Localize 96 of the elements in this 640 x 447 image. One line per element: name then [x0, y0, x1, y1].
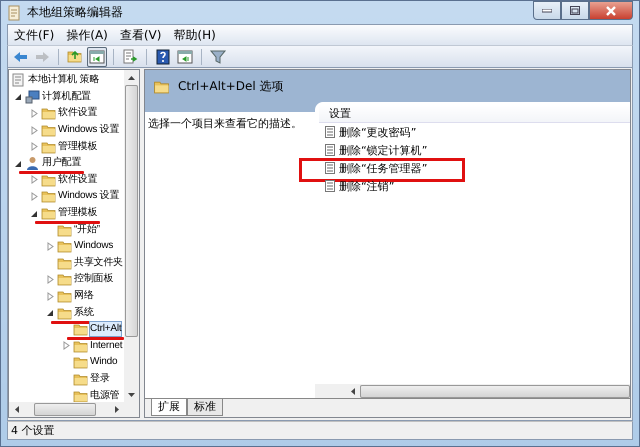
setting-icon [325, 162, 335, 174]
tree-item[interactable]: 软件设置 [57, 105, 98, 122]
maximize-icon [570, 6, 580, 15]
collapse-arrow-icon[interactable] [30, 208, 39, 218]
tree-item[interactable]: 系统 [73, 304, 95, 321]
vertical-scrollbar[interactable] [124, 70, 139, 402]
tree-item[interactable]: Internet [89, 338, 124, 354]
tree-item[interactable]: Windows 设置 [57, 188, 120, 204]
folder-icon [41, 172, 56, 187]
tree-item[interactable]: 共享文件夹 [73, 254, 124, 271]
app-icon [7, 4, 21, 20]
close-icon [605, 6, 617, 16]
window-title: 本地组策略编辑器 [27, 4, 123, 21]
tree-item[interactable]: 管理模板 [57, 205, 98, 222]
underline-mark [35, 221, 100, 224]
collapse-arrow-icon[interactable] [14, 92, 23, 102]
folder-up-icon [67, 48, 83, 64]
folder-icon [41, 140, 56, 154]
setting-icon [325, 126, 335, 138]
tree-item[interactable]: 计算机配置 [41, 88, 92, 105]
expand-arrow-icon[interactable] [46, 274, 55, 284]
expand-arrow-icon[interactable] [46, 292, 55, 301]
scroll-left-icon[interactable] [350, 388, 354, 394]
setting-item[interactable]: 删除“注销” [339, 178, 394, 194]
folder-icon [41, 123, 56, 138]
setting-item[interactable]: 删除“更改密码” [339, 124, 416, 140]
menu-item[interactable]: 查看(V) [114, 26, 168, 44]
scroll-up-icon[interactable] [128, 76, 135, 80]
folder-icon [57, 272, 72, 286]
menu-item[interactable]: 文件(F) [8, 26, 60, 44]
folder-icon [73, 388, 88, 402]
tree-item[interactable]: 网络 [73, 288, 95, 304]
tree-item[interactable]: Windows 设置 [57, 122, 120, 138]
pane-icon [177, 48, 193, 64]
setting-icon [325, 180, 335, 192]
tree-item[interactable]: Ctrl+Alt [89, 321, 122, 338]
folder-icon [57, 239, 72, 254]
folder-icon [41, 189, 56, 204]
expand-arrow-icon[interactable] [30, 108, 39, 118]
status-text: 4 个设置 [11, 423, 54, 438]
folder-icon [57, 256, 72, 270]
tree-pane-icon [89, 48, 105, 64]
folder-icon [73, 372, 88, 386]
folder-icon [57, 222, 72, 237]
tree-item[interactable]: 软件设置 [57, 172, 98, 188]
setting-item[interactable]: 删除“任务管理器” [339, 160, 428, 176]
minimize-icon [542, 8, 552, 12]
expand-arrow-icon[interactable] [30, 126, 39, 135]
menu-item[interactable]: 操作(A) [60, 26, 114, 44]
toolbar-button[interactable] [87, 46, 107, 66]
collapse-arrow-icon[interactable] [14, 158, 23, 168]
collapse-arrow-icon[interactable] [46, 308, 55, 318]
filter-icon [210, 48, 226, 64]
folder-icon [41, 206, 56, 220]
user-icon [25, 156, 40, 170]
tree-item[interactable]: Windo [89, 354, 118, 370]
folder-icon [73, 355, 88, 370]
tree-item[interactable]: 本地计算机 策略 [27, 72, 100, 88]
tree-item[interactable]: 管理模板 [57, 138, 98, 155]
tree-item[interactable]: 用户配置 [41, 155, 82, 172]
maximize-button[interactable] [561, 1, 589, 20]
folder-icon [41, 106, 56, 120]
folder-icon [57, 306, 72, 320]
scroll-down-icon[interactable] [128, 392, 135, 396]
setting-icon [325, 144, 335, 156]
expand-arrow-icon[interactable] [30, 175, 39, 184]
scroll-right-icon[interactable] [114, 406, 118, 413]
menu-item[interactable]: 帮助(H) [167, 26, 222, 44]
tree-item[interactable]: Windows [73, 238, 114, 254]
expand-arrow-icon[interactable] [62, 341, 71, 350]
minimize-button[interactable] [533, 1, 561, 20]
close-button[interactable] [589, 1, 633, 20]
tree-item[interactable]: “开始” [73, 222, 101, 238]
folder-icon [57, 289, 72, 304]
expand-arrow-icon[interactable] [46, 242, 55, 251]
computer-icon [25, 90, 40, 104]
tab[interactable]: 标准 [187, 399, 223, 416]
expand-arrow-icon[interactable] [30, 192, 39, 201]
help-icon [155, 48, 171, 64]
folder-icon [73, 322, 88, 336]
expand-arrow-icon[interactable] [30, 142, 39, 152]
tab[interactable]: 扩展 [151, 399, 187, 416]
setting-item[interactable]: 删除“锁定计算机” [339, 142, 428, 158]
horizontal-scrollbar[interactable] [9, 402, 139, 417]
pane-title: Ctrl+Alt+Del 选项 [178, 78, 284, 94]
description-text: 选择一个项目来查看它的描述。 [147, 116, 303, 132]
underline-mark [67, 337, 124, 340]
underline-mark [19, 171, 84, 174]
tree-item[interactable]: 电源管 [89, 388, 120, 402]
policy-icon [11, 73, 26, 88]
tree-item[interactable]: 控制面板 [73, 271, 114, 288]
scroll-left-icon[interactable] [14, 406, 18, 413]
folder-icon [73, 338, 88, 353]
export-list-icon [122, 48, 138, 64]
tree-item[interactable]: 登录 [89, 370, 111, 387]
horizontal-scrollbar[interactable] [315, 384, 630, 398]
